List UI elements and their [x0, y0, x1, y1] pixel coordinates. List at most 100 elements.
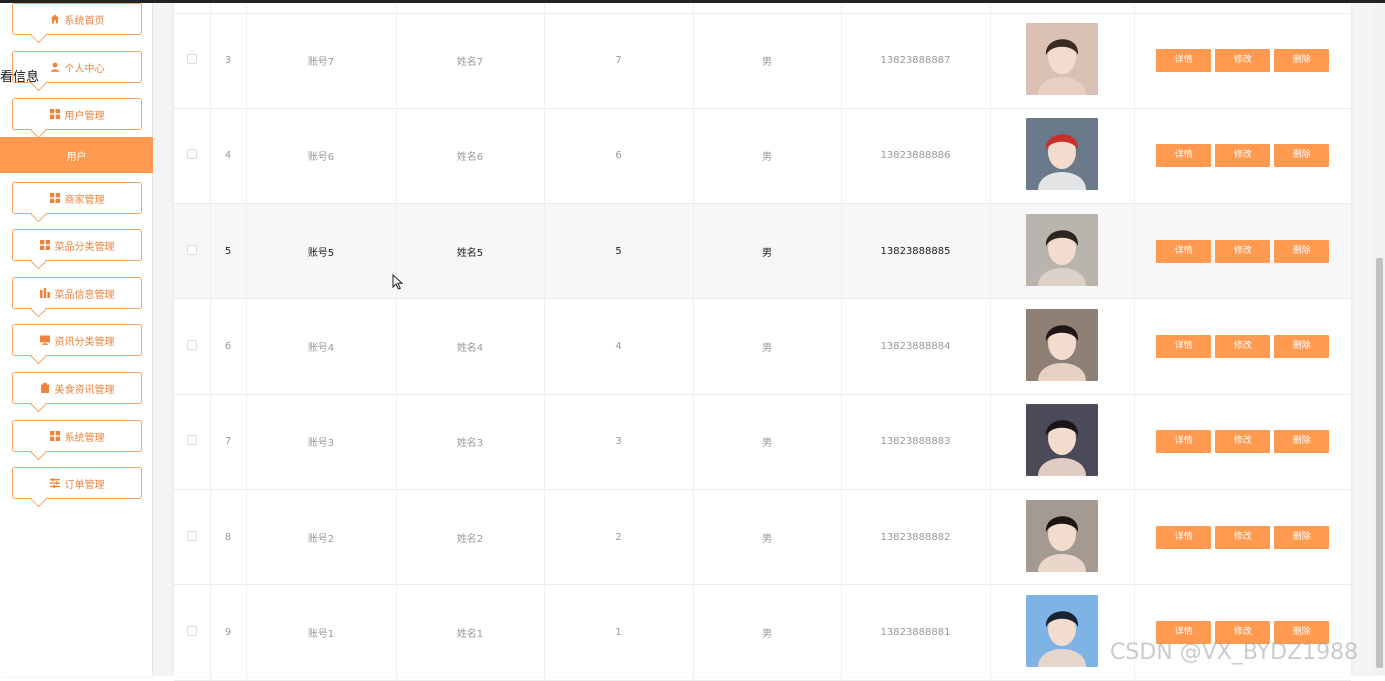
- sidebar-item-label: 美食资讯管理: [54, 384, 115, 396]
- delete-button[interactable]: 删除: [1274, 525, 1330, 549]
- row-checkbox[interactable]: [186, 530, 197, 541]
- grid-icon: [49, 109, 60, 119]
- cell-age: 6: [544, 108, 694, 205]
- cell-phone: 13823888887: [841, 13, 991, 109]
- cell-account: 账号7: [246, 13, 397, 109]
- cell-name: 姓名2: [396, 489, 545, 586]
- sidebar-item-news-category[interactable]: 资讯分类管理: [12, 324, 142, 356]
- cell-phone: 13823888881: [841, 584, 991, 681]
- sidebar-item-dish-category[interactable]: 菜品分类管理: [12, 229, 142, 261]
- detail-button[interactable]: 详情: [1156, 144, 1212, 168]
- cell-actions: 详情 修改 删除: [1134, 298, 1351, 395]
- edit-button[interactable]: 修改: [1215, 239, 1271, 263]
- row-checkbox-cell: [174, 489, 211, 586]
- detail-button[interactable]: 详情: [1156, 525, 1212, 549]
- row-checkbox[interactable]: [186, 53, 197, 64]
- scrollbar-thumb[interactable]: [1376, 258, 1383, 668]
- avatar-photo: [1026, 22, 1098, 95]
- cell-actions: 详情 修改 删除: [1134, 203, 1351, 300]
- row-checkbox[interactable]: [186, 435, 197, 446]
- sidebar-item-food-news[interactable]: 美食资讯管理: [12, 372, 142, 404]
- edit-button[interactable]: 修改: [1215, 48, 1271, 72]
- sidebar-item-home[interactable]: 系统首页: [12, 3, 142, 35]
- cell-age: 4: [544, 298, 694, 395]
- cell-photo: [990, 298, 1135, 395]
- delete-button[interactable]: 删除: [1274, 48, 1330, 72]
- detail-button[interactable]: 详情: [1156, 430, 1212, 454]
- table-row[interactable]: 7 账号3 姓名3 3 男 13823888883 详情 修改 删除: [174, 394, 1351, 490]
- row-checkbox[interactable]: [186, 340, 197, 351]
- avatar-photo: [1026, 404, 1098, 477]
- sidebar-item-merchant-management[interactable]: 商家管理: [12, 182, 142, 214]
- edit-button[interactable]: 修改: [1215, 335, 1271, 359]
- sidebar-item-label: 订单管理: [64, 479, 105, 491]
- cell-age: 3: [544, 394, 694, 490]
- cell-actions: 详情 修改 删除: [1134, 584, 1351, 681]
- watermark: CSDN @VX_BYDZ1988: [1110, 640, 1359, 665]
- delete-button[interactable]: 删除: [1274, 144, 1330, 168]
- delete-button[interactable]: 删除: [1274, 430, 1330, 454]
- table-row[interactable]: 6 账号4 姓名4 4 男 13823888884 详情 修改 删除: [174, 298, 1351, 395]
- mouse-cursor-icon: [392, 274, 404, 290]
- edit-button[interactable]: 修改: [1215, 430, 1271, 454]
- edit-button[interactable]: 修改: [1215, 144, 1271, 168]
- sidebar-item-dish-info[interactable]: 菜品信息管理: [12, 277, 142, 309]
- row-checkbox-cell: [174, 584, 211, 681]
- row-checkbox[interactable]: [186, 625, 197, 636]
- table-row[interactable]: 3 账号7 姓名7 7 男 13823888887 详情 修改 删除: [174, 13, 1351, 109]
- avatar-photo: [1026, 594, 1098, 667]
- sidebar-item-label: 系统管理: [64, 432, 105, 444]
- detail-button[interactable]: 详情: [1156, 239, 1212, 263]
- cell-account: 账号1: [246, 584, 397, 681]
- sidebar-subitem-label: 用户: [66, 151, 87, 163]
- cell-phone: 13823888884: [841, 298, 991, 395]
- sidebar-item-label: 用户管理: [64, 110, 105, 122]
- clipboard-icon: [40, 383, 50, 393]
- cell-index: 9: [210, 584, 247, 681]
- edit-button[interactable]: 修改: [1215, 525, 1271, 549]
- table-row[interactable]: 4 账号6 姓名6 6 男 13823888886 详情 修改 删除: [174, 108, 1351, 205]
- cell-phone: 13823888885: [841, 203, 991, 300]
- row-checkbox[interactable]: [186, 244, 197, 255]
- sidebar-item-system-management[interactable]: 系统管理: [12, 420, 142, 452]
- delete-button[interactable]: 删除: [1274, 335, 1330, 359]
- cell-sex: 男: [693, 298, 842, 395]
- user-table-body: 3 账号7 姓名7 7 男 13823888887 详情 修改 删除 4 账号6 姓名6 6 男 13823…: [174, 13, 1351, 681]
- table-row[interactable]: 9 账号1 姓名1 1 男 13823888881 详情 修改 删除: [174, 584, 1351, 681]
- sidebar-item-user-management[interactable]: 用户管理: [12, 98, 142, 130]
- grid-icon: [49, 431, 60, 441]
- delete-button[interactable]: 删除: [1274, 239, 1330, 263]
- cell-index: 7: [210, 394, 247, 490]
- cell-actions: 详情 修改 删除: [1134, 489, 1351, 586]
- row-checkbox-cell: [174, 203, 211, 300]
- detail-button[interactable]: 详情: [1156, 335, 1212, 359]
- cell-name: 姓名1: [396, 584, 545, 681]
- row-checkbox-cell: [174, 108, 211, 205]
- cell-photo: [990, 489, 1135, 586]
- cell-sex: 男: [693, 489, 842, 586]
- detail-button[interactable]: 详情: [1156, 48, 1212, 72]
- sidebar-item-label: 菜品信息管理: [54, 289, 115, 301]
- floating-tooltip-text: 看信息: [0, 70, 40, 85]
- cell-account: 账号6: [246, 108, 397, 205]
- cell-photo: [990, 584, 1135, 681]
- cell-phone: 13823888882: [841, 489, 991, 586]
- sidebar-item-label: 个人中心: [64, 63, 105, 75]
- sidebar-item-order-management[interactable]: 订单管理: [12, 467, 142, 499]
- cell-photo: [990, 203, 1135, 300]
- row-checkbox[interactable]: [186, 149, 197, 160]
- cell-index: 8: [210, 489, 247, 586]
- sidebar-subitem-user[interactable]: 用户: [0, 137, 153, 173]
- sidebar-item-label: 商家管理: [64, 194, 105, 206]
- cell-age: 1: [544, 584, 694, 681]
- sidebar: 系统首页 个人中心 用户管理 用户 商家管理 菜品分类管理 菜品信息管理 资讯分…: [0, 0, 153, 676]
- window-top-border: [0, 0, 1385, 3]
- sliders-icon: [49, 478, 60, 488]
- cell-index: 4: [210, 108, 247, 205]
- cell-account: 账号3: [246, 394, 397, 490]
- table-row[interactable]: 5 账号5 姓名5 5 男 13823888885 详情 修改 删除: [174, 203, 1351, 300]
- cell-account: 账号5: [246, 203, 397, 300]
- cell-index: 5: [210, 203, 247, 300]
- table-row[interactable]: 8 账号2 姓名2 2 男 13823888882 详情 修改 删除: [174, 489, 1351, 586]
- sidebar-item-label: 菜品分类管理: [54, 241, 115, 253]
